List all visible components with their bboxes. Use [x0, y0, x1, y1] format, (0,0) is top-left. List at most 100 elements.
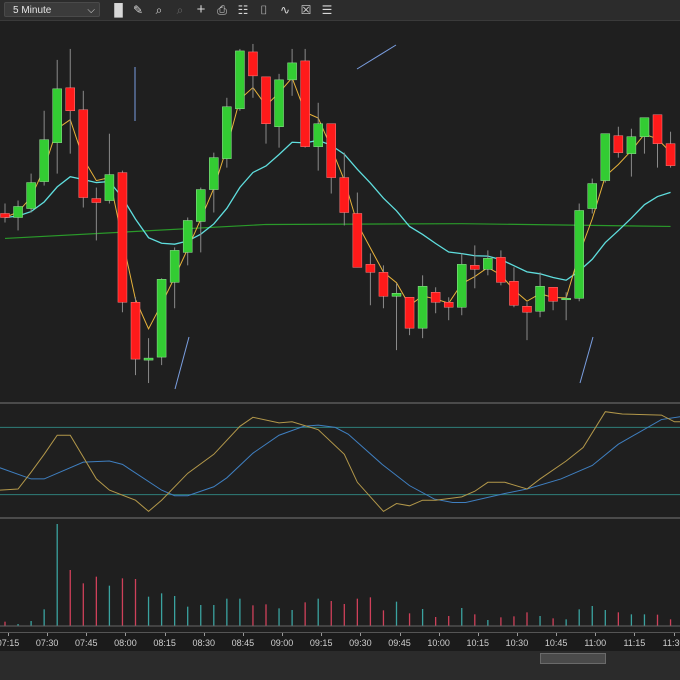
crosshair-icon[interactable]: + — [193, 2, 209, 18]
candle-up — [391, 293, 402, 297]
candle-up — [39, 139, 49, 182]
candle-down — [300, 60, 310, 147]
interval-label: 5 Minute — [13, 5, 52, 16]
candle-down — [522, 305, 532, 313]
candle-up — [600, 133, 611, 181]
candle-up — [287, 62, 297, 81]
time-tick — [399, 633, 401, 636]
price-panel — [0, 43, 676, 384]
time-tick — [634, 633, 636, 636]
volume-panel — [0, 524, 680, 627]
candle-up — [626, 136, 637, 154]
slow-ma-line — [4, 139, 671, 281]
candle-up — [561, 298, 571, 301]
list-icon[interactable]: ☰ — [319, 2, 335, 18]
time-tick — [203, 633, 205, 636]
time-tick — [86, 633, 88, 636]
time-tick — [282, 633, 284, 636]
pencil-icon[interactable]: ✎ — [130, 2, 146, 18]
candle-down — [509, 281, 519, 306]
time-tick-label: 11:15 — [623, 638, 646, 648]
candle-up — [535, 286, 545, 312]
horizontal-scrollbar[interactable] — [540, 653, 606, 664]
templates-icon[interactable]: ☒ — [298, 2, 314, 18]
candle-up — [235, 50, 245, 110]
candle-up — [13, 206, 23, 218]
time-tick-label: 07:45 — [75, 638, 98, 648]
time-tick-label: 08:30 — [192, 638, 216, 648]
time-tick — [556, 633, 558, 636]
time-tick — [673, 633, 675, 636]
time-tick-label: 11:00 — [584, 638, 607, 648]
time-tick — [477, 633, 479, 636]
chart-style-icon[interactable]: ⌷ — [256, 2, 272, 18]
time-tick-label: 08:45 — [231, 638, 255, 648]
candle-up — [209, 157, 219, 190]
candle-down — [430, 292, 441, 303]
candle-down — [496, 257, 506, 283]
candle-down — [261, 76, 271, 124]
candle-down — [130, 302, 141, 360]
data-box-icon[interactable]: ☷ — [235, 2, 251, 18]
candle-up — [639, 117, 650, 137]
time-tick-label: 09:15 — [309, 638, 333, 648]
bar-type-icon[interactable]: ▐▌ — [110, 2, 127, 18]
time-tick-label: 10:30 — [505, 638, 529, 648]
chevron-down-icon: ⌵ — [87, 5, 95, 16]
properties-icon[interactable]: ⎙ — [214, 2, 230, 18]
indicators-icon[interactable]: ∿ — [277, 2, 293, 18]
time-tick — [125, 633, 127, 636]
candle-down — [548, 287, 558, 302]
footer — [0, 651, 680, 680]
chart-canvas[interactable] — [0, 21, 680, 632]
candle-down — [365, 264, 376, 273]
candle-down — [404, 297, 415, 329]
candle-down — [65, 87, 75, 112]
candle-down — [352, 213, 363, 268]
candle-up — [143, 357, 154, 361]
arrow-down-icon — [356, 44, 397, 70]
time-tick-label: 10:15 — [466, 638, 490, 648]
time-tick-label: 11:30 — [662, 638, 680, 648]
time-tick-label: 08:15 — [153, 638, 176, 648]
candle-up — [196, 189, 206, 222]
zoom-out-icon[interactable]: ⌕ — [172, 2, 188, 18]
time-tick-label: 10:00 — [427, 638, 450, 648]
time-tick — [595, 633, 597, 636]
candle-up — [274, 79, 284, 127]
candle-up — [182, 220, 193, 253]
candle-up — [156, 279, 167, 358]
time-tick — [47, 633, 49, 636]
candle-down — [0, 213, 10, 218]
time-tick — [164, 633, 166, 636]
candle-down — [326, 123, 336, 178]
candle-up — [313, 123, 323, 147]
long-ma-line — [4, 223, 671, 240]
candle-up — [222, 106, 232, 159]
candle-down — [652, 114, 663, 144]
candle-down — [665, 143, 676, 166]
time-tick — [8, 633, 9, 636]
candle-up — [457, 264, 467, 308]
fast-ma-line — [4, 76, 671, 330]
candle-up — [417, 286, 428, 329]
candle-down — [91, 198, 102, 203]
time-tick-label: 09:00 — [270, 638, 294, 648]
arrow-up-icon — [174, 336, 190, 390]
oscillator-panel — [0, 411, 680, 513]
time-tick-label: 08:00 — [114, 638, 137, 648]
time-axis: 07:15 07:30 07:45 08:00 08:15 08:30 08:45 09:00… — [0, 632, 680, 652]
candle-up — [574, 210, 584, 299]
candle-up — [587, 183, 597, 209]
candle-down — [339, 177, 350, 213]
arrow-up-icon — [579, 336, 594, 384]
interval-dropdown[interactable]: 5 Minute ⌵ — [4, 2, 100, 17]
time-tick-label: 09:45 — [388, 638, 411, 648]
candle-down — [470, 265, 480, 270]
time-tick-label: 10:45 — [544, 638, 568, 648]
zoom-in-icon[interactable]: ⌕ — [151, 2, 167, 18]
candle-down — [378, 272, 389, 297]
time-tick — [321, 633, 323, 636]
oscillator-d-line — [0, 416, 680, 503]
candle-down — [248, 51, 258, 77]
